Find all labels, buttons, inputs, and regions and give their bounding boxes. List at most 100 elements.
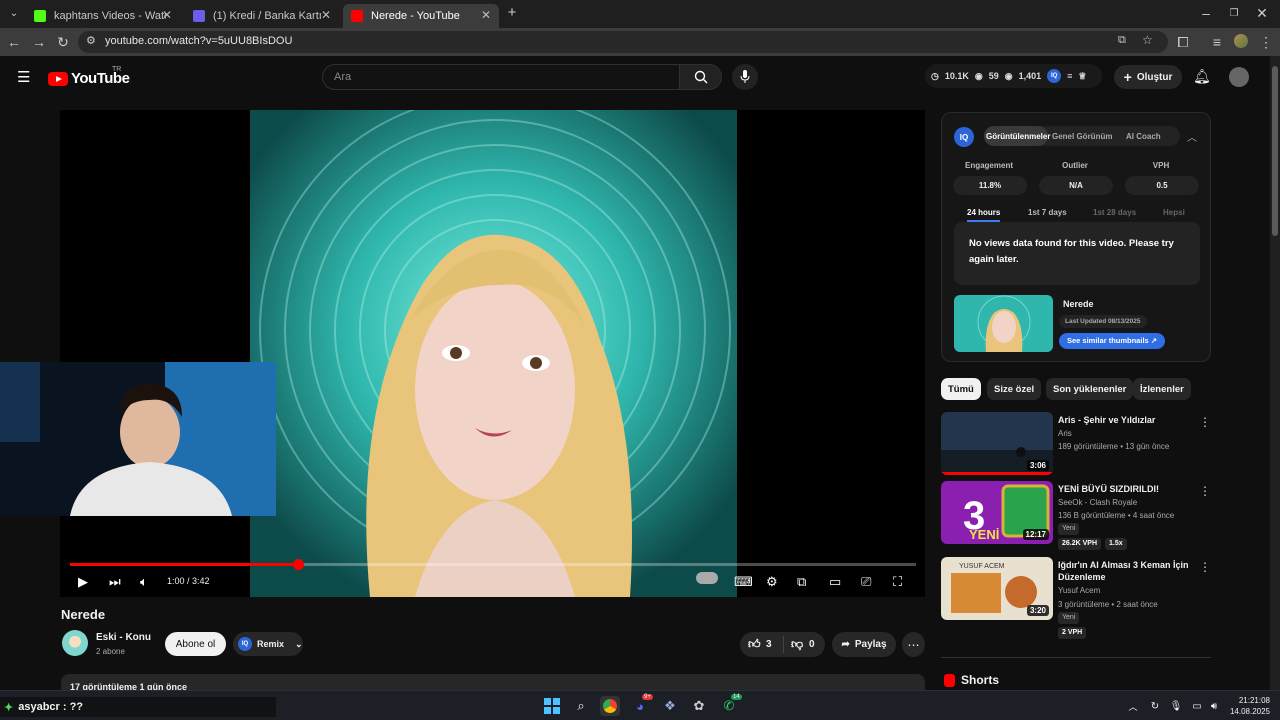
scrollbar-thumb[interactable] bbox=[1272, 66, 1278, 236]
period-28d[interactable]: 1st 28 days bbox=[1093, 208, 1136, 217]
recommendation-item[interactable]: YUSUF ACEM 3:20 Iğdır'ın Al Alması 3 Kem… bbox=[941, 557, 1211, 639]
rec-title[interactable]: Aris - Şehir ve Yıldızlar bbox=[1058, 414, 1193, 426]
forward-icon[interactable]: → bbox=[31, 34, 47, 50]
thumbs-up-icon[interactable]: 👍︎ bbox=[748, 637, 761, 652]
chip-watched[interactable]: İzlenenler bbox=[1133, 378, 1191, 400]
theater-mode-icon[interactable]: ▭ bbox=[829, 574, 841, 590]
chip-recent-uploads[interactable]: Son yüklenenler bbox=[1046, 378, 1134, 400]
profile-avatar[interactable] bbox=[1234, 34, 1248, 48]
video-player[interactable] bbox=[60, 110, 925, 597]
tab-list-icon[interactable]: ⌄ bbox=[6, 6, 22, 22]
system-clock[interactable]: 21:21:08 14.08.2025 bbox=[1230, 695, 1270, 717]
subscribe-button[interactable]: Abone ol bbox=[165, 632, 226, 656]
taskbar-status-widget[interactable]: ✦ asyabcr : ?? bbox=[0, 697, 276, 717]
chevron-up-icon[interactable]: ︿ bbox=[1123, 696, 1143, 716]
create-button[interactable]: + Oluştur bbox=[1114, 65, 1182, 89]
more-vertical-icon[interactable]: ⋮ bbox=[1199, 560, 1211, 574]
channel-avatar[interactable] bbox=[62, 630, 88, 656]
share-button[interactable]: ➦ Paylaş bbox=[832, 632, 896, 657]
hamburger-menu-icon[interactable]: ☰ bbox=[17, 68, 30, 86]
windows-start-icon[interactable] bbox=[542, 696, 562, 716]
period-7d[interactable]: 1st 7 days bbox=[1028, 208, 1067, 217]
close-tab-icon[interactable]: ✕ bbox=[321, 8, 331, 22]
settings-gear-icon[interactable]: ⚙ bbox=[766, 574, 778, 590]
chip-for-you[interactable]: Size özel bbox=[987, 378, 1042, 400]
minimize-icon[interactable]: – bbox=[1198, 5, 1214, 21]
search-input[interactable]: Ara bbox=[322, 64, 680, 90]
rec-thumbnail[interactable]: 3 YENİ 12:17 bbox=[941, 481, 1053, 544]
description-box[interactable]: 17 görüntüleme 1 gün önce bbox=[61, 674, 925, 690]
search-icon[interactable]: ⌕ bbox=[571, 696, 591, 716]
thumbs-down-icon[interactable]: 👎︎ bbox=[791, 637, 803, 652]
shorts-section-header[interactable]: Shorts bbox=[944, 673, 999, 687]
rec-channel[interactable]: Yusuf Acem bbox=[1058, 586, 1100, 595]
app-icon[interactable]: ✿ bbox=[689, 696, 709, 716]
install-icon[interactable]: ⧉ bbox=[1118, 34, 1126, 47]
browser-menu-icon[interactable]: ⋮ bbox=[1258, 34, 1274, 50]
restore-icon[interactable]: ❐ bbox=[1226, 6, 1242, 22]
rec-channel[interactable]: Aris bbox=[1058, 429, 1072, 438]
tab-views[interactable]: Görüntülenmeler bbox=[986, 132, 1050, 141]
back-icon[interactable]: ← bbox=[6, 34, 22, 50]
more-vertical-icon[interactable]: ⋮ bbox=[1199, 415, 1211, 429]
rec-thumbnail[interactable]: 3:06 bbox=[941, 412, 1053, 475]
more-actions-button[interactable]: ⋯ bbox=[902, 632, 925, 657]
account-avatar[interactable] bbox=[1229, 67, 1249, 87]
address-bar[interactable]: ⚙ youtube.com/watch?v=5uUU8BIsDOU ⧉ ☆ bbox=[78, 31, 1168, 53]
new-tab-button[interactable]: + bbox=[504, 5, 520, 21]
next-video-icon[interactable]: ⏭ bbox=[109, 574, 121, 590]
window-close-icon[interactable]: ✕ bbox=[1254, 5, 1270, 21]
cast-icon[interactable]: ⎚ bbox=[861, 574, 871, 590]
progress-bar[interactable] bbox=[70, 563, 916, 566]
search-button[interactable] bbox=[680, 64, 722, 90]
subtitles-icon[interactable]: ⌨ bbox=[734, 574, 753, 590]
rec-channel[interactable]: SeeOk - Clash Royale bbox=[1058, 498, 1137, 507]
recommendation-item[interactable]: 3 YENİ 12:17 YENİ BÜYÜ SIZDIRILDI! SeeOk… bbox=[941, 481, 1211, 550]
dislike-count[interactable]: 0 bbox=[809, 639, 815, 650]
rec-title[interactable]: Iğdır'ın Al Alması 3 Keman İçin Düzenlem… bbox=[1058, 559, 1193, 583]
chrome-icon[interactable] bbox=[600, 696, 620, 716]
volume-icon[interactable]: 🔊︎ bbox=[1204, 696, 1224, 716]
rec-title[interactable]: YENİ BÜYÜ SIZDIRILDI! bbox=[1058, 483, 1193, 495]
microphone-icon[interactable]: 🎙︎ bbox=[1166, 696, 1186, 716]
bookmark-star-icon[interactable]: ☆ bbox=[1142, 33, 1153, 47]
see-similar-thumbnails-button[interactable]: See similar thumbnails ↗ bbox=[1059, 333, 1166, 349]
notifications-bell-icon[interactable]: 🔔︎ bbox=[1193, 68, 1211, 85]
browser-tab-3-active[interactable]: Nerede - YouTube ✕ bbox=[343, 4, 499, 28]
trophy-icon[interactable]: ♕ bbox=[1078, 71, 1086, 82]
app-icon[interactable]: ❖ bbox=[660, 696, 680, 716]
page-scrollbar[interactable] bbox=[1270, 56, 1280, 690]
vidiq-stats-bar[interactable]: ◷ 10.1K ◉ 59 ◉ 1,401 IQ ≡ ♕ bbox=[925, 64, 1102, 88]
reload-icon[interactable]: ↻ bbox=[55, 34, 71, 50]
collapse-chevron-icon[interactable]: ︿ bbox=[1187, 129, 1197, 144]
chip-all[interactable]: Tümü bbox=[941, 378, 981, 400]
site-info-icon[interactable]: ⚙ bbox=[86, 34, 96, 47]
play-icon[interactable]: ▶ bbox=[78, 574, 88, 590]
period-all[interactable]: Hepsi bbox=[1163, 208, 1185, 217]
channel-name[interactable]: Eski - Konu bbox=[96, 632, 151, 643]
autoplay-toggle[interactable] bbox=[696, 572, 718, 584]
tab-overview[interactable]: Genel Görünüm bbox=[1052, 132, 1112, 141]
divider bbox=[783, 636, 784, 653]
close-tab-icon[interactable]: ✕ bbox=[162, 8, 172, 22]
close-tab-icon[interactable]: ✕ bbox=[481, 8, 491, 22]
rec-thumbnail[interactable]: YUSUF ACEM 3:20 bbox=[941, 557, 1053, 620]
recommendation-item[interactable]: 3:06 Aris - Şehir ve Yıldızlar Aris 189 … bbox=[941, 412, 1211, 478]
like-count[interactable]: 3 bbox=[766, 639, 772, 650]
extensions-icon[interactable]: ⧠ bbox=[1175, 34, 1191, 50]
miniplayer-icon[interactable]: ⧉ bbox=[797, 574, 806, 590]
browser-tab-1[interactable]: kaphtans Videos - Watch On-De ✕ bbox=[26, 4, 180, 28]
media-icon[interactable]: ≡ bbox=[1209, 34, 1225, 50]
tab-ai-coach[interactable]: AI Coach bbox=[1126, 132, 1161, 141]
voice-search-button[interactable] bbox=[732, 64, 758, 90]
vidiq-badge-icon[interactable]: IQ bbox=[1047, 69, 1062, 83]
more-vertical-icon[interactable]: ⋮ bbox=[1199, 484, 1211, 498]
period-24h[interactable]: 24 hours bbox=[967, 208, 1001, 222]
browser-tab-2[interactable]: (1) Kredi / Banka Kartı Bakiye Y ✕ bbox=[185, 4, 339, 28]
list-icon[interactable]: ≡ bbox=[1067, 71, 1072, 81]
sync-icon[interactable]: ↻ bbox=[1145, 696, 1165, 716]
remix-button[interactable]: IQ Remix ⌄ bbox=[233, 632, 303, 656]
volume-icon[interactable]: 🔈︎ bbox=[140, 574, 148, 590]
video-thumbnail[interactable] bbox=[954, 295, 1053, 352]
fullscreen-icon[interactable]: ⛶ bbox=[893, 574, 902, 590]
